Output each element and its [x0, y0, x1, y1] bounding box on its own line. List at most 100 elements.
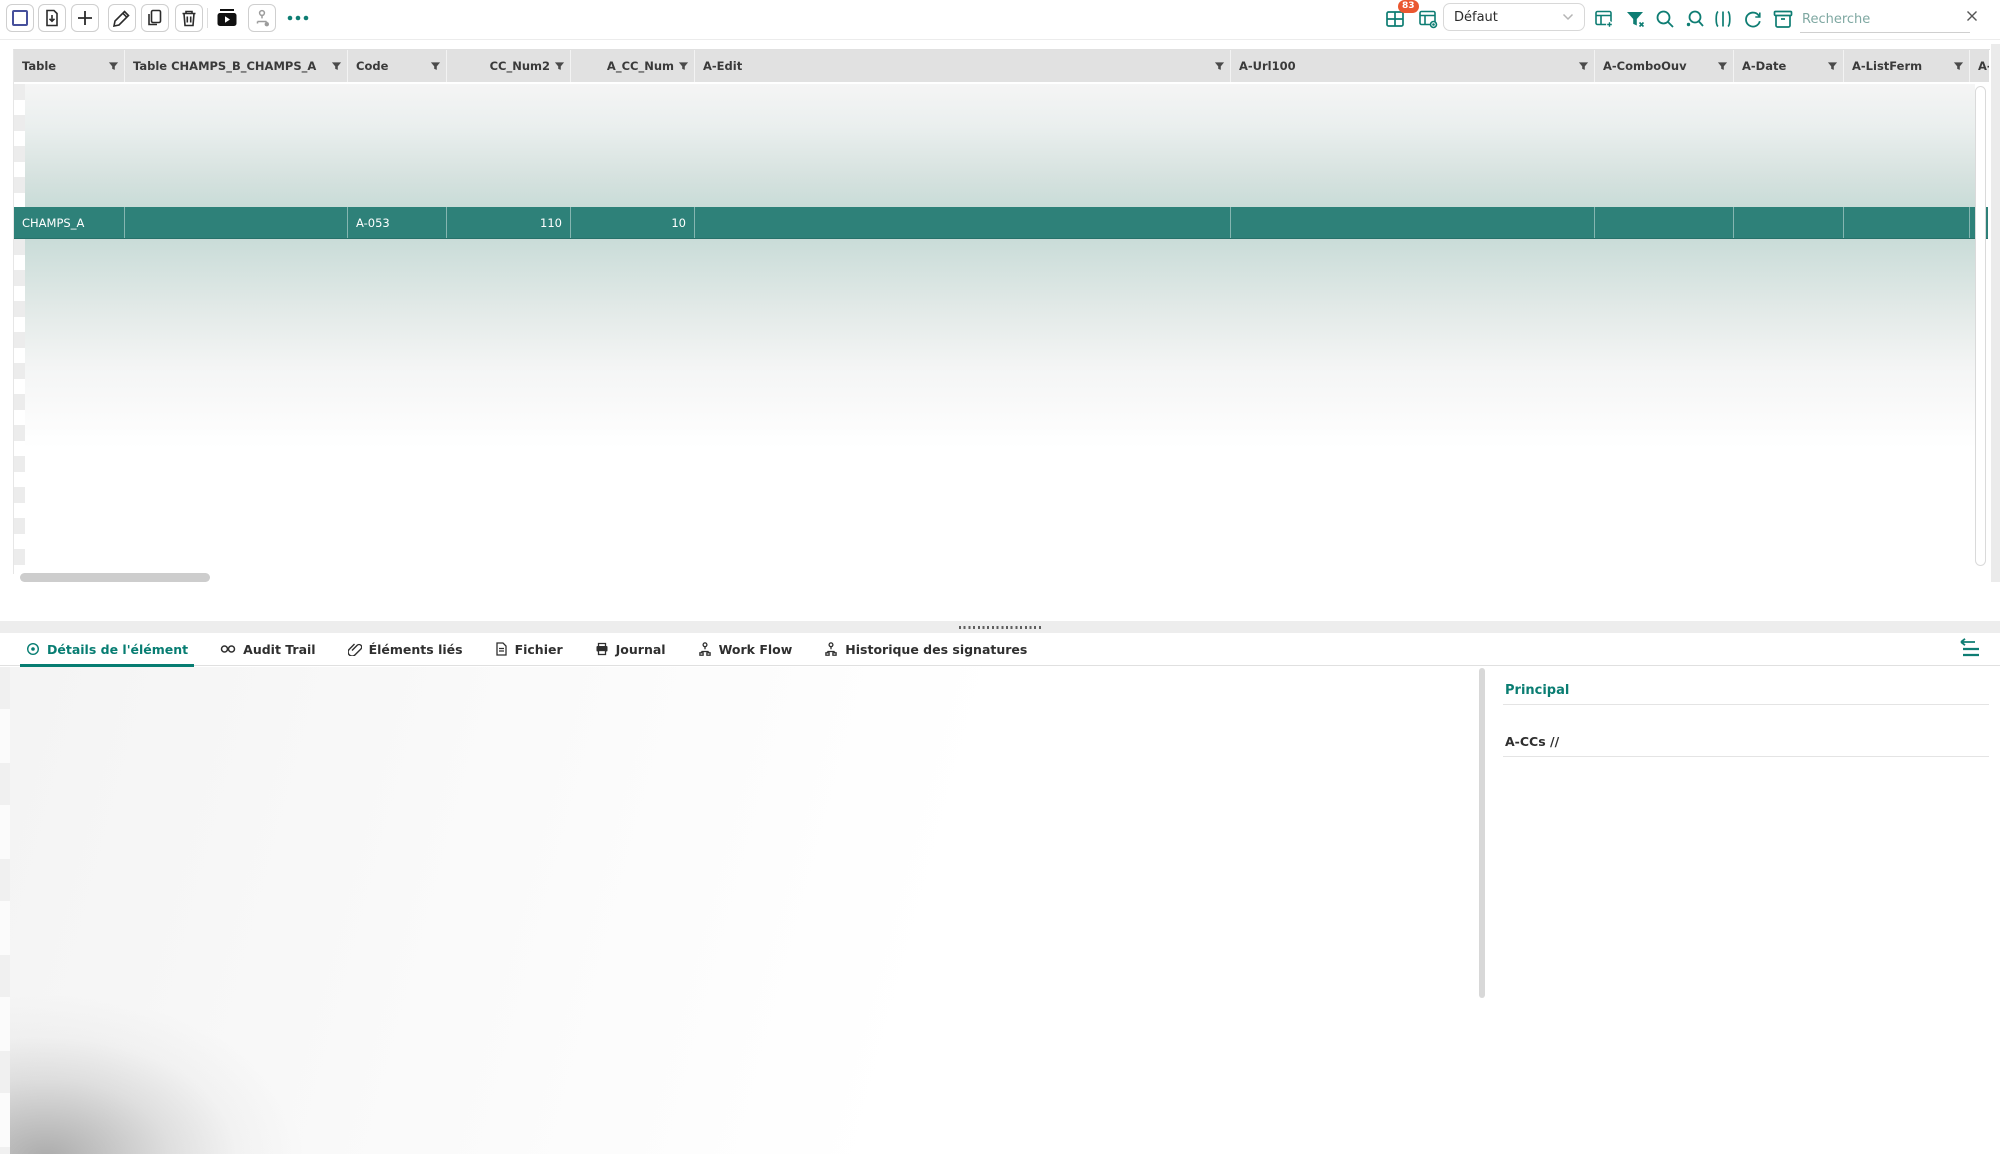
panel-field-label: A-CCs // [1505, 734, 1559, 749]
column-label: A-Edit [703, 59, 742, 73]
plus-icon [75, 8, 95, 28]
workflow-icon [698, 642, 712, 656]
tab-details[interactable]: Détails de l'élément [26, 633, 188, 666]
column-header-cc-num2[interactable]: CC_Num2 [447, 50, 571, 82]
column-header-a-listferm[interactable]: A-ListFerm [1844, 50, 1970, 82]
filter-funnel-icon[interactable] [1214, 61, 1225, 72]
column-header-a-url100[interactable]: A-Url100 [1231, 50, 1595, 82]
column-label: A-ListFerm [1852, 59, 1922, 73]
column-header-code[interactable]: Code [348, 50, 447, 82]
column-header-a-comboouv[interactable]: A-ComboOuv [1595, 50, 1734, 82]
cell-cc-num2[interactable]: 110 [447, 207, 571, 238]
printer-icon [595, 642, 609, 656]
cell-a-comboouv[interactable] [1595, 207, 1734, 238]
table-add-icon [1593, 8, 1615, 30]
tab-linked-elements[interactable]: Éléments liés [348, 633, 463, 666]
column-label: Table [22, 59, 56, 73]
tab-workflow[interactable]: Work Flow [698, 633, 793, 666]
trash-icon [179, 8, 199, 28]
column-header-table-champs[interactable]: Table CHAMPS_B_CHAMPS_A [125, 50, 348, 82]
media-run-button[interactable] [213, 4, 241, 32]
column-header-a-edit[interactable]: A-Edit [695, 50, 1231, 82]
filter-funnel-icon[interactable] [108, 61, 119, 72]
filter-funnel-icon[interactable] [1827, 61, 1838, 72]
view-selector[interactable]: Défaut [1443, 3, 1585, 31]
column-header-table[interactable]: Table [14, 50, 125, 82]
select-box-button[interactable] [6, 4, 34, 32]
column-label: A-Url100 [1239, 59, 1296, 73]
tab-journal[interactable]: Journal [595, 633, 666, 666]
column-label: Code [356, 59, 388, 73]
tab-label: Audit Trail [243, 642, 315, 657]
details-scrollbar[interactable] [1479, 668, 1485, 998]
filter-clear-icon [1624, 8, 1646, 30]
cell-a-date[interactable] [1734, 207, 1844, 238]
tab-audit-trail[interactable]: Audit Trail [220, 633, 315, 666]
file-icon [495, 642, 508, 656]
tab-file[interactable]: Fichier [495, 633, 563, 666]
panel-divider [1503, 756, 1989, 757]
archive-box-button[interactable] [1772, 8, 1794, 30]
paperclip-icon [348, 642, 362, 656]
resize-handle[interactable] [959, 626, 1041, 629]
collapse-panel-button[interactable] [1952, 638, 1984, 662]
filter-funnel-icon[interactable] [331, 61, 342, 72]
column-header-a-date[interactable]: A-Date [1734, 50, 1844, 82]
cell-table[interactable]: CHAMPS_A [14, 207, 125, 238]
cell-a-listferm[interactable] [1844, 207, 1970, 238]
table-settings-icon [1417, 8, 1439, 30]
column-header-a-cc-num[interactable]: A_CC_Num [571, 50, 695, 82]
grid-vertical-scrollbar[interactable] [1975, 86, 1986, 566]
split-columns-button[interactable] [1712, 8, 1734, 30]
delete-button[interactable] [175, 4, 203, 32]
filter-funnel-icon[interactable] [1953, 61, 1964, 72]
search-button[interactable] [1654, 8, 1676, 30]
panel-section-title: Principal [1505, 683, 1569, 698]
search-input[interactable] [1800, 6, 1970, 33]
table-add-button[interactable] [1593, 8, 1615, 30]
view-selector-value: Défaut [1454, 10, 1498, 25]
window-edge-strip [1991, 44, 2000, 582]
details-eye-icon [26, 642, 40, 656]
row-marker-strip [14, 84, 25, 570]
grid-horizontal-scrollbar[interactable] [20, 573, 210, 582]
cell-a-url100[interactable] [1231, 207, 1595, 238]
more-options-button[interactable] [284, 4, 312, 32]
workflow-assign-button[interactable] [248, 4, 276, 32]
cell-table-champs[interactable] [125, 207, 348, 238]
more-options-icon [285, 8, 311, 28]
details-left-strip [0, 667, 10, 1154]
tab-label: Détails de l'élément [47, 642, 188, 657]
panel-divider [1503, 704, 1989, 705]
column-header-clipped[interactable]: A-C [1970, 50, 1989, 82]
pagination-bar: 1 2 3 4 5 6 7 8 9 10 ... 20 Éléments par… [0, 583, 2000, 621]
search-icon [1654, 8, 1676, 30]
filter-clear-button[interactable] [1624, 8, 1646, 30]
app-root: 83 Défaut [0, 0, 2000, 1154]
refresh-button[interactable] [1742, 8, 1764, 30]
duplicate-button[interactable] [141, 4, 169, 32]
filter-funnel-icon[interactable] [678, 61, 689, 72]
tab-signatures-history[interactable]: Historique des signatures [824, 633, 1027, 666]
filter-funnel-icon[interactable] [1717, 61, 1728, 72]
add-button[interactable] [71, 4, 99, 32]
table-settings-button[interactable] [1417, 8, 1439, 30]
search-clear-button[interactable] [1962, 7, 1982, 27]
column-label: A-C [1978, 59, 1989, 73]
edit-button[interactable] [108, 4, 136, 32]
column-label: Table CHAMPS_B_CHAMPS_A [133, 59, 316, 73]
tab-label: Journal [616, 642, 666, 657]
export-button[interactable] [38, 4, 66, 32]
cell-a-edit[interactable] [695, 207, 1231, 238]
details-content-smudge [0, 930, 760, 1154]
cell-code[interactable]: A-053 [348, 207, 447, 238]
filter-funnel-icon[interactable] [1578, 61, 1589, 72]
tab-label: Historique des signatures [845, 642, 1027, 657]
archive-box-icon [1772, 8, 1794, 30]
cell-a-cc-num[interactable]: 10 [571, 207, 695, 238]
column-label: CC_Num2 [490, 59, 550, 73]
advanced-search-button[interactable] [1684, 8, 1706, 30]
filter-funnel-icon[interactable] [554, 61, 565, 72]
filter-funnel-icon[interactable] [430, 61, 441, 72]
media-run-icon [215, 7, 239, 29]
